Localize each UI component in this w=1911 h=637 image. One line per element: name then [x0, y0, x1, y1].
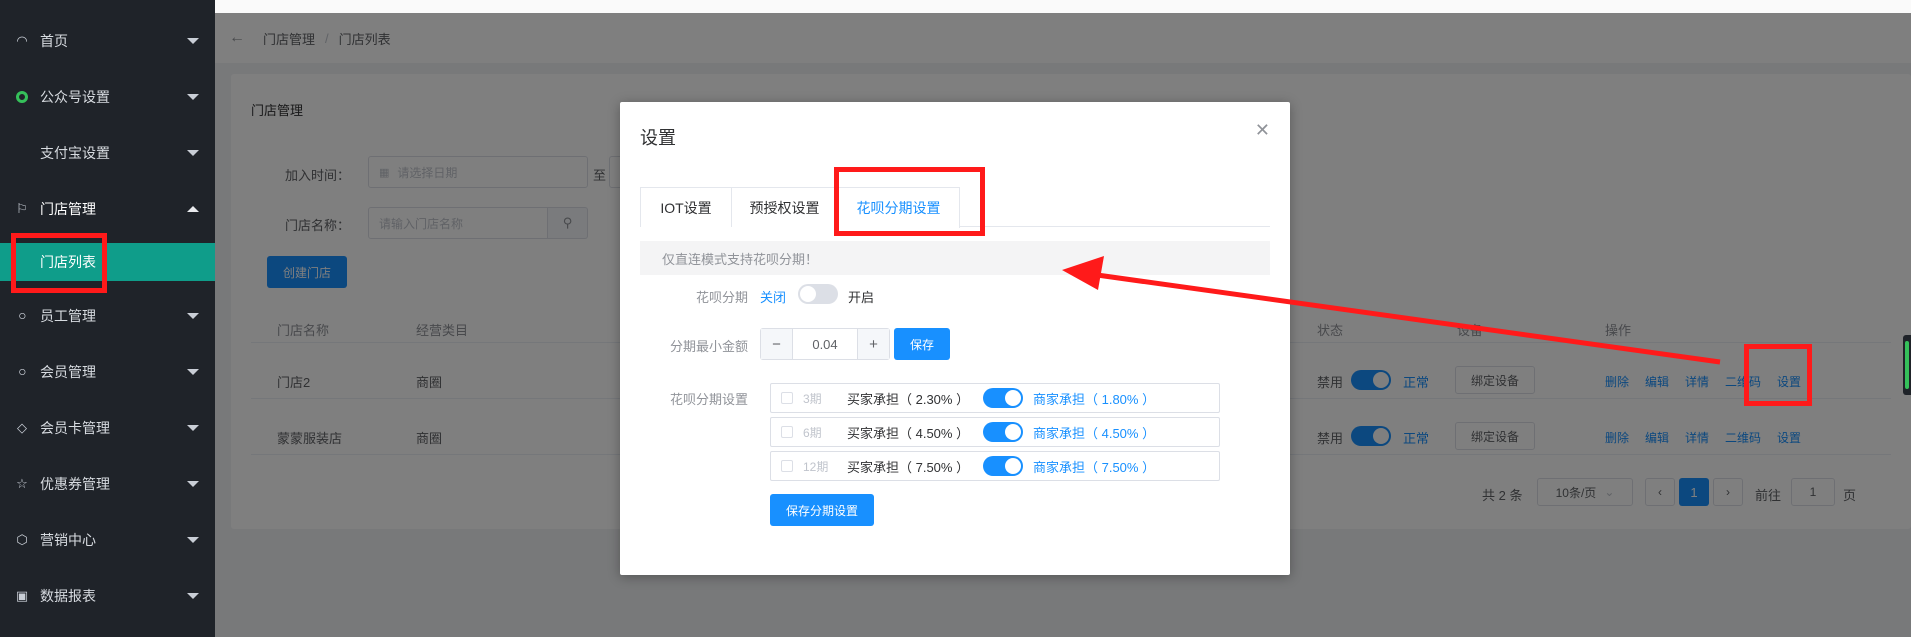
buyer-pays-label: 买家承担（ 4.50% ） — [847, 425, 970, 441]
min-amount-input[interactable]: 0.04 — [793, 329, 857, 359]
side-scroll-tab[interactable] — [1903, 335, 1911, 395]
tab-preauth-settings[interactable]: 预授权设置 — [732, 187, 838, 227]
decrement-button[interactable]: − — [761, 329, 793, 359]
huabei-on-label: 开启 — [848, 290, 875, 305]
annotation-box-store-list — [11, 233, 107, 293]
installment-period: 12期 — [803, 459, 829, 474]
increment-button[interactable]: + — [857, 329, 889, 359]
fee-bearer-toggle[interactable] — [983, 456, 1023, 476]
huabei-label: 花呗分期 — [695, 290, 748, 305]
sidebar-item-alipay-settings[interactable]: 支付宝设置 — [0, 125, 215, 181]
save-installment-button[interactable]: 保存分期设置 — [770, 494, 874, 526]
annotation-box-settings-link — [1744, 344, 1812, 406]
min-amount-label: 分期最小金额 — [669, 339, 748, 354]
chevron-down-icon — [187, 38, 199, 44]
top-strip — [215, 0, 1911, 13]
sidebar-item-store-management[interactable]: ⚐ 门店管理 — [0, 181, 215, 237]
chevron-up-icon — [187, 206, 199, 212]
direct-mode-notice: 仅直连模式支持花呗分期！ — [640, 241, 1270, 275]
installment-period: 6期 — [803, 425, 822, 440]
chevron-down-icon — [187, 313, 199, 319]
flag-icon: ⚐ — [16, 201, 28, 216]
tab-iot-settings[interactable]: IOT设置 — [640, 187, 732, 227]
chevron-down-icon — [187, 481, 199, 487]
merchant-pays-label: 商家承担（ 7.50% ） — [1033, 459, 1156, 475]
chevron-down-icon — [187, 369, 199, 375]
installment-row: 12期 买家承担（ 7.50% ） 商家承担（ 7.50% ） — [770, 451, 1220, 481]
chevron-down-icon — [187, 150, 199, 156]
fee-bearer-toggle[interactable] — [983, 388, 1023, 408]
huabei-off-label: 关闭 — [760, 290, 787, 305]
sidebar-item-data-reports[interactable]: ▣ 数据报表 — [0, 568, 215, 624]
save-min-amount-button[interactable]: 保存 — [894, 328, 950, 360]
sidebar-item-member-management[interactable]: ဝ 会员管理 — [0, 344, 215, 400]
chevron-down-icon — [187, 593, 199, 599]
sidebar-item-staff-management[interactable]: ဝ 员工管理 — [0, 288, 215, 344]
chevron-down-icon — [187, 425, 199, 431]
installment-row: 6期 买家承担（ 4.50% ） 商家承担（ 4.50% ） — [770, 417, 1220, 447]
close-icon[interactable]: ✕ — [1255, 120, 1270, 141]
installment-checkbox[interactable] — [781, 392, 793, 404]
sidebar-item-coupon-management[interactable]: ☆ 优惠券管理 — [0, 456, 215, 512]
sidebar-item-member-card-management[interactable]: ◇ 会员卡管理 — [0, 400, 215, 456]
user-icon: ဝ — [18, 306, 26, 322]
annotation-box-huabei-tab — [834, 167, 985, 236]
installment-settings-label: 花呗分期设置 — [669, 392, 748, 407]
chevron-down-icon — [187, 94, 199, 100]
sidebar: ◠ 首页 公众号设置 支付宝设置 ⚐ 门店管理 门店列表 ဝ 员工管理 ဝ 会员… — [0, 0, 215, 637]
installment-row: 3期 买家承担（ 2.30% ） 商家承担（ 1.80% ） — [770, 383, 1220, 413]
min-amount-stepper: − 0.04 + — [760, 328, 890, 360]
chevron-down-icon — [187, 537, 199, 543]
merchant-pays-label: 商家承担（ 4.50% ） — [1033, 425, 1156, 441]
sidebar-item-marketing-center[interactable]: ⬡ 营销中心 — [0, 512, 215, 568]
installment-period: 3期 — [803, 391, 822, 406]
diamond-icon: ◇ — [17, 420, 27, 435]
sidebar-item-home[interactable]: ◠ 首页 — [0, 13, 215, 69]
clipboard-icon: ▣ — [15, 588, 29, 603]
cube-icon: ⬡ — [16, 532, 28, 547]
star-icon: ☆ — [16, 476, 28, 491]
dialog-title: 设置 — [640, 128, 676, 148]
buyer-pays-label: 买家承担（ 2.30% ） — [847, 391, 970, 407]
dashboard-icon: ◠ — [16, 33, 28, 48]
fee-bearer-toggle[interactable] — [983, 422, 1023, 442]
huabei-toggle[interactable] — [798, 284, 838, 304]
wechat-icon — [14, 89, 30, 105]
user-icon: ဝ — [18, 362, 26, 378]
sidebar-item-wechat-settings[interactable]: 公众号设置 — [0, 69, 215, 125]
installment-checkbox[interactable] — [781, 460, 793, 472]
merchant-pays-label: 商家承担（ 1.80% ） — [1033, 391, 1156, 407]
buyer-pays-label: 买家承担（ 7.50% ） — [847, 459, 970, 475]
installment-checkbox[interactable] — [781, 426, 793, 438]
